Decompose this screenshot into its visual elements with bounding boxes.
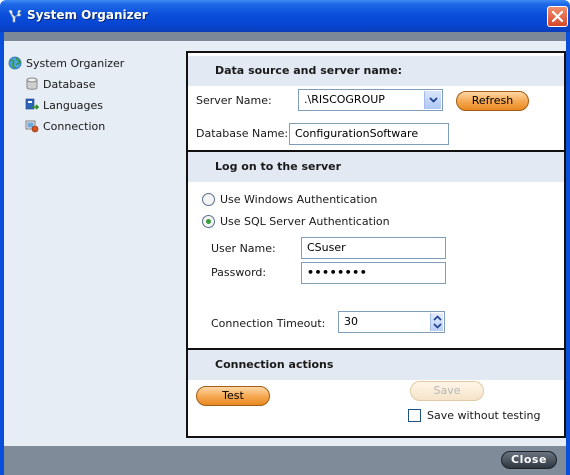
sidebar-item-label: Connection bbox=[43, 120, 106, 133]
spin-updown-icon[interactable] bbox=[430, 313, 443, 331]
test-button[interactable]: Test bbox=[196, 386, 270, 406]
save-without-testing-label[interactable]: Save without testing bbox=[427, 409, 540, 422]
connection-icon bbox=[25, 119, 39, 133]
close-icon bbox=[552, 11, 563, 22]
organizer-app-icon bbox=[7, 8, 23, 24]
windows-auth-label[interactable]: Use Windows Authentication bbox=[220, 193, 377, 206]
connection-timeout-label: Connection Timeout: bbox=[211, 317, 326, 330]
dialog-footer: Close bbox=[4, 446, 566, 475]
password-field[interactable]: •••••••• bbox=[301, 262, 446, 284]
title-bar: System Organizer bbox=[0, 0, 570, 32]
sidebar-item-system-organizer[interactable]: System Organizer bbox=[8, 55, 124, 73]
sidebar-item-label: Database bbox=[43, 78, 96, 91]
toolbar-strip bbox=[4, 32, 566, 41]
save-without-testing-checkbox[interactable] bbox=[408, 409, 421, 422]
window-frame-right bbox=[566, 32, 570, 475]
database-name-label: Database Name: bbox=[196, 127, 289, 140]
section-heading-actions: Connection actions bbox=[188, 350, 564, 380]
connection-timeout-value: 30 bbox=[344, 315, 358, 328]
sidebar-item-languages[interactable]: Languages bbox=[25, 97, 103, 115]
connection-timeout-stepper[interactable]: 30 bbox=[338, 311, 445, 333]
sidebar-item-label: Languages bbox=[43, 99, 104, 112]
server-name-value: .\RISCOGROUP bbox=[304, 93, 385, 106]
password-label: Password: bbox=[211, 266, 267, 279]
connection-panel: Data source and server name: Server Name… bbox=[186, 51, 566, 438]
database-icon bbox=[25, 77, 39, 91]
database-name-field[interactable]: ConfigurationSoftware bbox=[289, 123, 449, 145]
server-name-label: Server Name: bbox=[196, 94, 272, 107]
windows-auth-radio[interactable] bbox=[202, 193, 215, 206]
server-name-combobox[interactable]: .\RISCOGROUP bbox=[298, 89, 443, 111]
section-heading-logon: Log on to the server bbox=[188, 152, 564, 182]
globe-icon bbox=[8, 56, 22, 70]
sidebar-item-connection[interactable]: Connection bbox=[25, 118, 105, 136]
user-name-label: User Name: bbox=[211, 242, 276, 255]
refresh-button[interactable]: Refresh bbox=[456, 91, 529, 111]
section-heading-data-source: Data source and server name: bbox=[188, 56, 564, 86]
window-title: System Organizer bbox=[27, 8, 148, 22]
close-button[interactable]: Close bbox=[501, 451, 557, 469]
sql-auth-label[interactable]: Use SQL Server Authentication bbox=[220, 215, 390, 228]
sidebar-item-label: System Organizer bbox=[26, 57, 125, 70]
chevron-down-icon[interactable] bbox=[424, 91, 441, 109]
sidebar-item-database[interactable]: Database bbox=[25, 76, 96, 94]
sql-auth-radio[interactable] bbox=[202, 215, 215, 228]
save-button[interactable]: Save bbox=[410, 381, 484, 401]
close-window-button[interactable] bbox=[547, 6, 568, 27]
languages-icon bbox=[25, 98, 40, 112]
user-name-field[interactable]: CSuser bbox=[301, 237, 446, 259]
